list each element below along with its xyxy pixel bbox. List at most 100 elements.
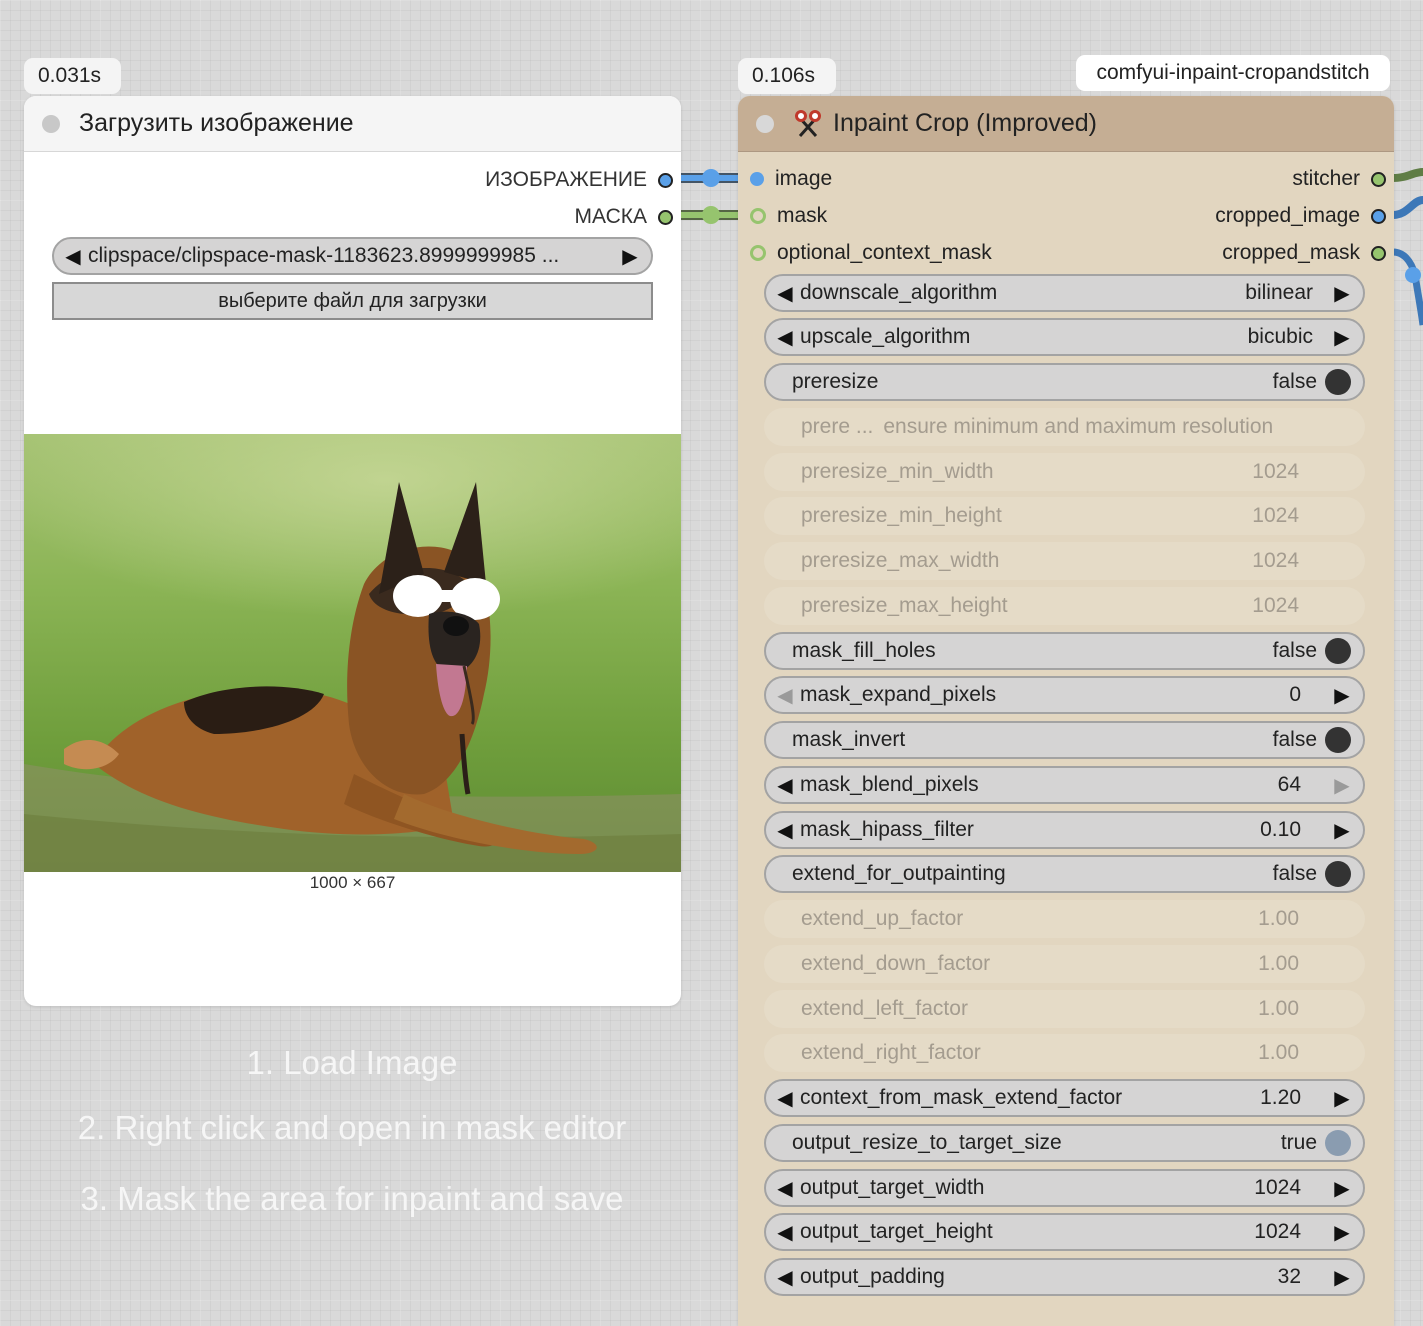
node-collapse-dot[interactable] — [756, 114, 774, 133]
decrement-arrow[interactable]: ◀ — [774, 281, 796, 306]
widget-value: 1024 — [1252, 594, 1299, 617]
output-slot-cropped-image[interactable]: cropped_image — [1215, 201, 1394, 231]
input-slot-optional-context-mask[interactable]: optional_context_mask — [738, 238, 992, 268]
toggle-indicator[interactable] — [1325, 369, 1351, 395]
widget-value: false — [1272, 728, 1317, 751]
input-slot-image[interactable]: image — [738, 164, 832, 194]
note-step-1: 1. Load Image — [246, 1044, 458, 1081]
output-slot-image-dot[interactable] — [658, 172, 673, 188]
increment-arrow[interactable]: ▶ — [1331, 818, 1353, 843]
source-badge: comfyui-inpaint-cropandstitch — [1076, 55, 1390, 91]
widget-context-from-mask-extend-factor[interactable]: ◀ context_from_mask_extend_factor 1.20 ▶ — [764, 1079, 1365, 1117]
widget-label: preresize_max_height — [801, 594, 1008, 617]
widget-value: 32 — [1277, 1265, 1301, 1288]
file-combo-prev-arrow[interactable]: ◀ — [62, 244, 84, 269]
output-slot-mask[interactable]: МАСКА — [575, 202, 681, 232]
widget-extend-for-outpainting[interactable]: extend_for_outpainting false — [764, 855, 1365, 893]
decrement-arrow[interactable]: ◀ — [774, 1220, 796, 1245]
widget-label: upscale_algorithm — [800, 325, 971, 348]
widget-value: 1.00 — [1258, 1041, 1299, 1064]
input-slot-mask[interactable]: mask — [738, 201, 827, 231]
widget-label: output_target_height — [800, 1220, 993, 1243]
input-slot-image-dot[interactable] — [750, 172, 764, 186]
preview-image — [24, 434, 681, 872]
widget-mask-invert[interactable]: mask_invert false — [764, 721, 1365, 759]
dog-photo — [24, 434, 681, 872]
widget-output-padding[interactable]: ◀ output_padding 32 ▶ — [764, 1258, 1365, 1296]
output-slot-stitcher-dot[interactable] — [1371, 171, 1386, 187]
widget-mask-hipass-filter[interactable]: ◀ mask_hipass_filter 0.10 ▶ — [764, 811, 1365, 849]
input-slot-image-label: image — [775, 167, 833, 190]
widget-preresize-toggle[interactable]: preresize false — [764, 363, 1365, 401]
widget-value: 1024 — [1252, 460, 1299, 483]
file-combo[interactable]: ◀ clipspace/clipspace-mask-1183623.89999… — [52, 237, 653, 275]
toggle-indicator[interactable] — [1325, 638, 1351, 664]
output-slot-cropped-mask[interactable]: cropped_mask — [1222, 238, 1394, 268]
inpaint-crop-node-header[interactable]: Inpaint Crop (Improved) — [738, 96, 1394, 152]
load-image-node-header[interactable]: Загрузить изображение — [24, 96, 681, 152]
widget-upscale-algorithm[interactable]: ◀ upscale_algorithm bicubic ▶ — [764, 318, 1365, 356]
output-slot-image[interactable]: ИЗОБРАЖЕНИЕ — [485, 165, 681, 195]
input-slot-optional-context-mask-label: optional_context_mask — [777, 241, 992, 264]
inpaint-crop-node[interactable]: Inpaint Crop (Improved) image mask optio… — [738, 96, 1394, 1326]
widget-label: output_resize_to_target_size — [792, 1131, 1062, 1154]
output-slot-mask-dot[interactable] — [658, 209, 673, 225]
decrement-arrow[interactable]: ◀ — [774, 1265, 796, 1290]
decrement-arrow[interactable]: ◀ — [774, 818, 796, 843]
widget-label: downscale_algorithm — [800, 281, 998, 304]
increment-arrow[interactable]: ▶ — [1331, 1265, 1353, 1290]
image-size-label: 1000 × 667 — [309, 873, 396, 892]
increment-arrow[interactable]: ▶ — [1331, 1086, 1353, 1111]
input-slot-optional-context-mask-dot[interactable] — [750, 245, 766, 261]
widget-label: mask_blend_pixels — [800, 773, 979, 796]
increment-arrow[interactable]: ▶ — [1331, 683, 1353, 708]
upload-button[interactable]: выберите файл для загрузки — [52, 282, 653, 320]
widget-output-target-height[interactable]: ◀ output_target_height 1024 ▶ — [764, 1213, 1365, 1251]
widget-value: 1024 — [1254, 1176, 1301, 1199]
widget-value: 0.10 — [1260, 818, 1301, 841]
widget-label: mask_invert — [792, 728, 906, 751]
output-slot-cropped-mask-label: cropped_mask — [1222, 241, 1360, 264]
widget-output-target-width[interactable]: ◀ output_target_width 1024 ▶ — [764, 1169, 1365, 1207]
increment-arrow[interactable]: ▶ — [1331, 281, 1353, 306]
node-collapse-dot[interactable] — [42, 114, 60, 133]
toggle-indicator[interactable] — [1325, 861, 1351, 887]
widget-label: context_from_mask_extend_factor — [800, 1086, 1123, 1109]
widget-label: output_padding — [800, 1265, 945, 1288]
decrement-arrow[interactable]: ◀ — [774, 683, 796, 708]
widget-preresize-max-height: preresize_max_height 1024 — [764, 587, 1365, 625]
load-image-node[interactable]: Загрузить изображение ИЗОБРАЖЕНИЕ МАСКА … — [24, 96, 681, 1006]
note-step-3: 3. Mask the area for inpaint and save — [80, 1180, 624, 1217]
input-slot-mask-label: mask — [777, 204, 828, 227]
output-slot-cropped-mask-dot[interactable] — [1371, 245, 1386, 261]
increment-arrow[interactable]: ▶ — [1331, 773, 1353, 798]
widget-label: prere ... — [801, 415, 874, 438]
increment-arrow[interactable]: ▶ — [1331, 1220, 1353, 1245]
decrement-arrow[interactable]: ◀ — [774, 1086, 796, 1111]
widget-label: preresize — [792, 370, 879, 393]
widget-mask-fill-holes[interactable]: mask_fill_holes false — [764, 632, 1365, 670]
toggle-indicator[interactable] — [1325, 727, 1351, 753]
output-slot-image-label: ИЗОБРАЖЕНИЕ — [485, 168, 647, 191]
file-combo-next-arrow[interactable]: ▶ — [619, 244, 641, 269]
widget-value: 1024 — [1252, 504, 1299, 527]
widget-value: ensure minimum and maximum resolution — [883, 415, 1274, 438]
widget-mask-expand-pixels[interactable]: ◀ mask_expand_pixels 0 ▶ — [764, 676, 1365, 714]
input-slot-mask-dot[interactable] — [750, 208, 766, 224]
widget-downscale-algorithm[interactable]: ◀ downscale_algorithm bilinear ▶ — [764, 274, 1365, 312]
widget-output-resize-to-target-size[interactable]: output_resize_to_target_size true — [764, 1124, 1365, 1162]
widget-mask-blend-pixels[interactable]: ◀ mask_blend_pixels 64 ▶ — [764, 766, 1365, 804]
toggle-indicator[interactable] — [1325, 1130, 1351, 1156]
decrement-arrow[interactable]: ◀ — [774, 1176, 796, 1201]
decrement-arrow[interactable]: ◀ — [774, 773, 796, 798]
increment-arrow[interactable]: ▶ — [1331, 325, 1353, 350]
increment-arrow[interactable]: ▶ — [1331, 1176, 1353, 1201]
widget-label: preresize_min_height — [801, 504, 1002, 527]
widget-label: extend_right_factor — [801, 1041, 981, 1064]
widget-value: 1.00 — [1258, 952, 1299, 975]
widget-value: false — [1272, 862, 1317, 885]
load-image-node-title: Загрузить изображение — [79, 109, 354, 137]
decrement-arrow[interactable]: ◀ — [774, 325, 796, 350]
output-slot-stitcher[interactable]: stitcher — [1292, 164, 1394, 194]
output-slot-cropped-image-dot[interactable] — [1371, 208, 1386, 224]
